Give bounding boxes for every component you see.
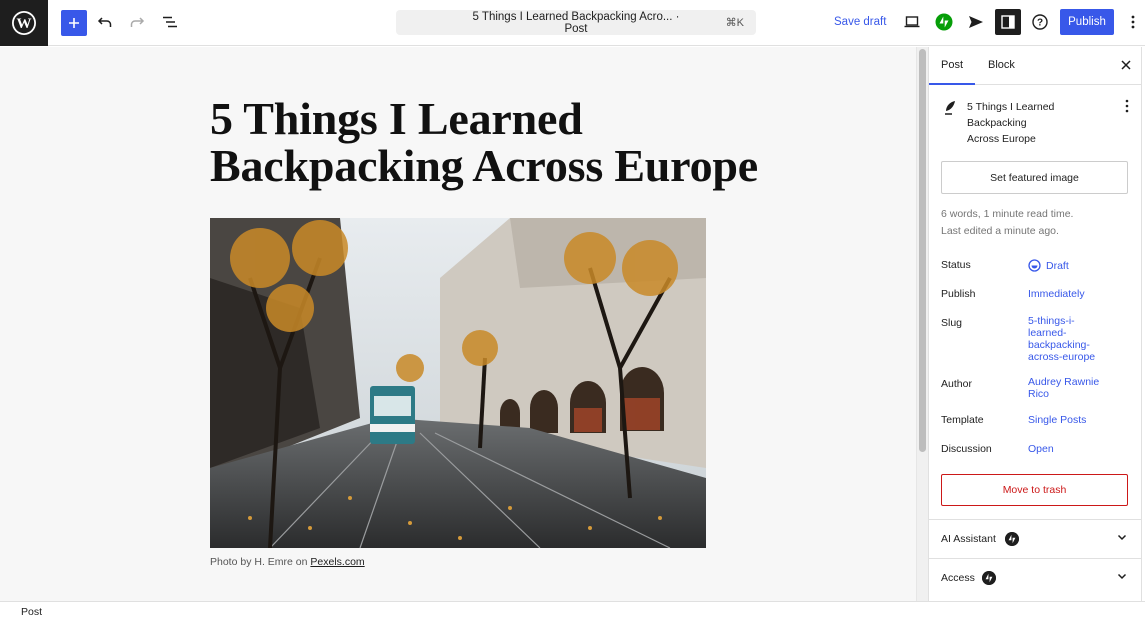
close-icon [1121, 60, 1131, 70]
image-caption[interactable]: Photo by H. Emre on Pexels.com [210, 556, 365, 568]
post-summary-title: 5 Things I Learned Backpacking Across Eu… [967, 101, 1055, 145]
author-value[interactable]: Audrey Rawnie Rico [1028, 376, 1099, 400]
panel-title: Access [941, 572, 975, 584]
laptop-icon [904, 16, 920, 28]
discussion-value[interactable]: Open [1028, 443, 1054, 455]
editor-canvas[interactable]: 5 Things I Learned Backpacking Across Eu… [0, 47, 916, 601]
chevron-down-icon [1117, 534, 1127, 541]
post-actions-button[interactable] [1125, 99, 1129, 116]
chevron-down-icon [1117, 573, 1127, 580]
options-button[interactable] [1120, 9, 1145, 35]
status-label: Status [941, 259, 971, 271]
panel-ai-assistant[interactable]: AI Assistant [929, 519, 1141, 558]
set-featured-image-button[interactable]: Set featured image [941, 161, 1128, 194]
send-button[interactable] [963, 9, 989, 35]
caption-link[interactable]: Pexels.com [310, 556, 364, 568]
undo-button[interactable] [92, 9, 118, 35]
block-breadcrumb-bar: Post [0, 601, 1145, 621]
caption-text: Photo by H. Emre on [210, 556, 311, 568]
post-image[interactable] [210, 218, 706, 548]
move-to-trash-button[interactable]: Move to trash [941, 474, 1128, 506]
undo-icon [97, 17, 112, 27]
preview-button[interactable] [899, 9, 925, 35]
wordpress-logo[interactable]: W [0, 0, 48, 46]
save-draft-button[interactable]: Save draft [834, 16, 886, 28]
list-view-icon [163, 16, 177, 28]
keyboard-shortcut: ⌘K [725, 17, 744, 29]
svg-text:?: ? [1037, 18, 1043, 29]
publish-button[interactable]: Publish [1060, 9, 1114, 35]
redo-button[interactable] [124, 9, 150, 35]
canvas-scrollbar[interactable] [916, 47, 928, 601]
tab-post[interactable]: Post [941, 59, 963, 71]
panel-access[interactable]: Access [929, 558, 1141, 597]
help-icon: ? [1032, 14, 1048, 30]
slug-value[interactable]: 5-things-i- learned- backpacking- across… [1028, 315, 1095, 363]
settings-toggle-button[interactable] [995, 9, 1021, 35]
template-value[interactable]: Single Posts [1028, 414, 1086, 426]
help-button[interactable]: ? [1027, 9, 1053, 35]
template-label: Template [941, 414, 984, 426]
status-value[interactable]: Draft [1028, 259, 1069, 272]
panel-title: AI Assistant [941, 533, 996, 545]
plus-icon [69, 18, 79, 28]
editor-header: W 5 Things I Learned Backpacking Acro...… [0, 0, 1145, 46]
more-vertical-icon [1131, 15, 1135, 29]
post-title[interactable]: 5 Things I Learned Backpacking Across Eu… [210, 95, 770, 189]
last-edited: Last edited a minute ago. [941, 225, 1059, 237]
discussion-label: Discussion [941, 443, 992, 455]
active-tab-indicator [929, 83, 975, 85]
send-icon [969, 16, 983, 28]
scrollbar-thumb[interactable] [919, 49, 926, 452]
author-label: Author [941, 378, 972, 390]
more-vertical-icon [1125, 99, 1129, 113]
word-count: 6 words, 1 minute read time. [941, 208, 1074, 220]
settings-sidebar: Post Block 5 Things I Learned Backpackin… [928, 47, 1142, 601]
svg-text:W: W [17, 16, 32, 32]
jetpack-button[interactable] [931, 9, 957, 35]
slug-label: Slug [941, 317, 963, 329]
street-photo [210, 218, 706, 548]
jetpack-icon [1005, 532, 1019, 546]
redo-icon [130, 17, 145, 27]
wordpress-icon: W [12, 11, 36, 35]
sidebar-tabs: Post Block [929, 47, 1141, 85]
post-feather-icon [945, 101, 955, 115]
draft-status-icon [1028, 259, 1041, 272]
breadcrumb-post[interactable]: Post [21, 606, 42, 618]
document-title: 5 Things I Learned Backpacking Acro... ·… [472, 10, 680, 35]
jetpack-icon [982, 571, 996, 585]
publish-label: Publish [941, 288, 976, 300]
tab-block[interactable]: Block [988, 59, 1015, 71]
list-view-button[interactable] [157, 9, 183, 35]
jetpack-icon [935, 13, 953, 31]
close-sidebar-button[interactable] [1121, 57, 1131, 73]
add-block-button[interactable] [61, 10, 87, 36]
publish-date-value[interactable]: Immediately [1028, 288, 1085, 300]
command-palette-bar[interactable]: 5 Things I Learned Backpacking Acro... ·… [396, 10, 756, 35]
sidebar-icon [1001, 15, 1015, 29]
